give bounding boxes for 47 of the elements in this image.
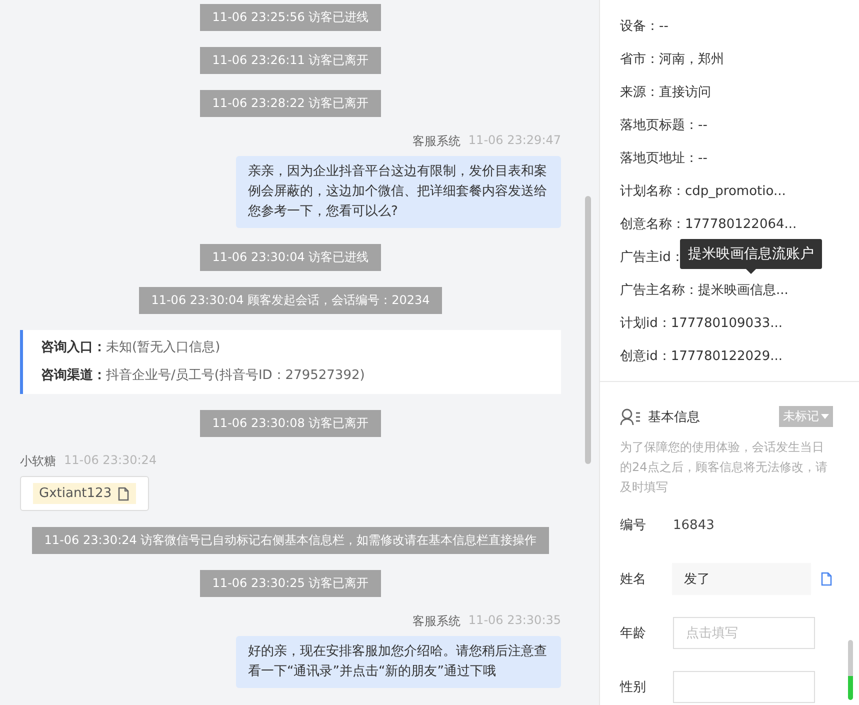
info-line: 咨询入口：未知(暂无入口信息) — [41, 338, 222, 357]
system-notice: 11-06 23:30:24 访客微信号已自动标记右侧基本信息栏，如需修改请在基本信息栏直接操作 — [32, 527, 549, 554]
sender-name: 客服系统 — [412, 613, 460, 630]
caret-icon — [821, 414, 829, 419]
section-title: 基本信息 — [648, 408, 701, 426]
system-notice: 11-06 23:30:04 访客已进线 — [200, 244, 381, 271]
system-notice: 11-06 23:30:08 访客已离开 — [200, 410, 381, 437]
detail-row: 落地页地址：-- — [620, 151, 708, 166]
sender-name: 小软糖 — [20, 453, 56, 470]
system-notice: 11-06 23:28:22 访客已离开 — [200, 90, 381, 117]
input-field[interactable] — [673, 671, 815, 703]
field-label: 编号 — [620, 517, 647, 534]
field-label: 性别 — [620, 679, 647, 696]
sender-name: 客服系统 — [412, 133, 460, 150]
detail-row: 创意id：177780122029... — [620, 349, 783, 364]
message-time: 11-06 23:29:47 — [468, 133, 561, 149]
copy-icon[interactable] — [116, 486, 130, 500]
wechat-id: Gxtiant123 — [39, 486, 112, 501]
person-list-icon — [620, 408, 642, 426]
detail-row: 设备：-- — [620, 19, 668, 34]
input-field[interactable]: 发了 — [672, 563, 811, 595]
input-field[interactable]: 点击填写 — [673, 617, 815, 649]
detail-row: 来源：直接访问 — [620, 85, 711, 100]
detail-row: 省市：河南，郑州 — [620, 52, 724, 67]
tooltip: 提米映画信息流账户 — [680, 239, 822, 269]
message-time: 11-06 23:30:24 — [64, 453, 157, 469]
field-label: 姓名 — [620, 571, 647, 588]
system-notice: 11-06 23:25:56 访客已进线 — [200, 4, 381, 31]
detail-row: 创意名称：177780122064... — [620, 217, 797, 232]
notice-text: 为了保障您的使用体验，会话发生当日的24点之后，顾客信息将无法修改，请及时填写 — [620, 439, 828, 496]
detail-row: 计划名称：cdp_promotio... — [620, 184, 786, 199]
system-notice: 11-06 23:26:11 访客已离开 — [200, 47, 381, 74]
field-label: 年龄 — [620, 625, 647, 642]
message-bubble: 亲亲，因为企业抖音平台这边有限制，发价目表和案例会屏蔽的，这边加个微信、把详细套餐内容发送给您参考一下，您看可以么? — [236, 156, 561, 228]
detail-row: 计划id：177780109033... — [620, 316, 783, 331]
message-time: 11-06 23:30:35 — [468, 613, 561, 629]
system-notice: 11-06 23:30:25 访客已离开 — [200, 570, 381, 597]
scrollbar[interactable] — [848, 640, 853, 700]
field-value: 16843 — [673, 518, 714, 532]
system-notice: 11-06 23:30:04 顾客发起会话，会话编号：20234 — [139, 287, 442, 314]
info-line: 咨询渠道：抖音企业号/员工号(抖音号ID：279527392) — [41, 366, 366, 385]
detail-row: 落地页标题：-- — [620, 118, 708, 133]
tooltip-arrow-icon — [746, 269, 756, 274]
scrollbar[interactable] — [585, 196, 591, 464]
message-bubble: 好的亲，现在安排客服加您介绍哈。请您稍后注意查看一下“通讯录”并点击“新的朋友”通过下哦 — [236, 636, 561, 688]
copy-icon[interactable] — [820, 572, 833, 586]
detail-row: 广告主名称：提米映画信息... — [620, 283, 788, 298]
